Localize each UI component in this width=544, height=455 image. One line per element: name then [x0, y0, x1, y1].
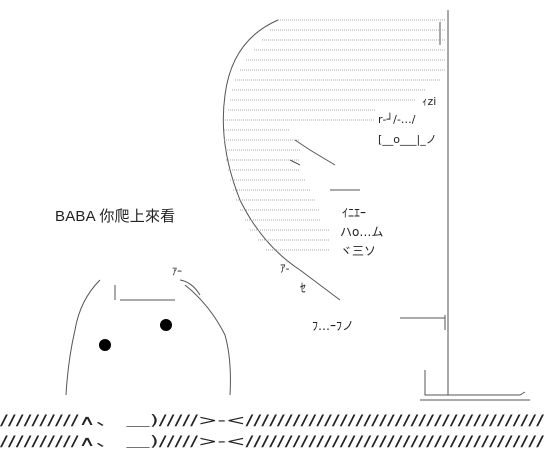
head-outline [222, 19, 301, 271]
ita-mark: ｨzi [422, 95, 436, 108]
hat-mark: r‐┘/‐…/ [378, 112, 416, 126]
mouth-b: ハo…ム [340, 225, 383, 239]
seven-mark: ｾ [300, 281, 306, 295]
mouth-c: ヾ三ソ [340, 244, 376, 258]
ground-row-2: //////////∧、 ＿)/////>-</////////////////… [0, 434, 544, 450]
te-mark: ｱ- [280, 262, 289, 275]
mouth-a: ｲﾆｴｰ [342, 206, 366, 220]
shout-small: ｱｰ [172, 267, 182, 278]
ascii-art-canvas: ｨzi r‐┘/‐…/ [__o___|_ノ ｲﾆｴｰ ハo…ム ヾ三ソ ｱｰ … [0, 10, 544, 450]
creature-text: ﾌ…ｰﾌノ [312, 319, 354, 333]
ground-row-1: //////////∧、 ＿)/////>-</////////////////… [0, 413, 544, 429]
creature-outline [65, 279, 101, 396]
caption-text: BABA 你爬上來看 [55, 208, 176, 225]
creature-left-eye [99, 339, 111, 351]
eye-line-mark: [__o___|_ノ [378, 133, 437, 146]
creature-right-eye [160, 319, 172, 331]
